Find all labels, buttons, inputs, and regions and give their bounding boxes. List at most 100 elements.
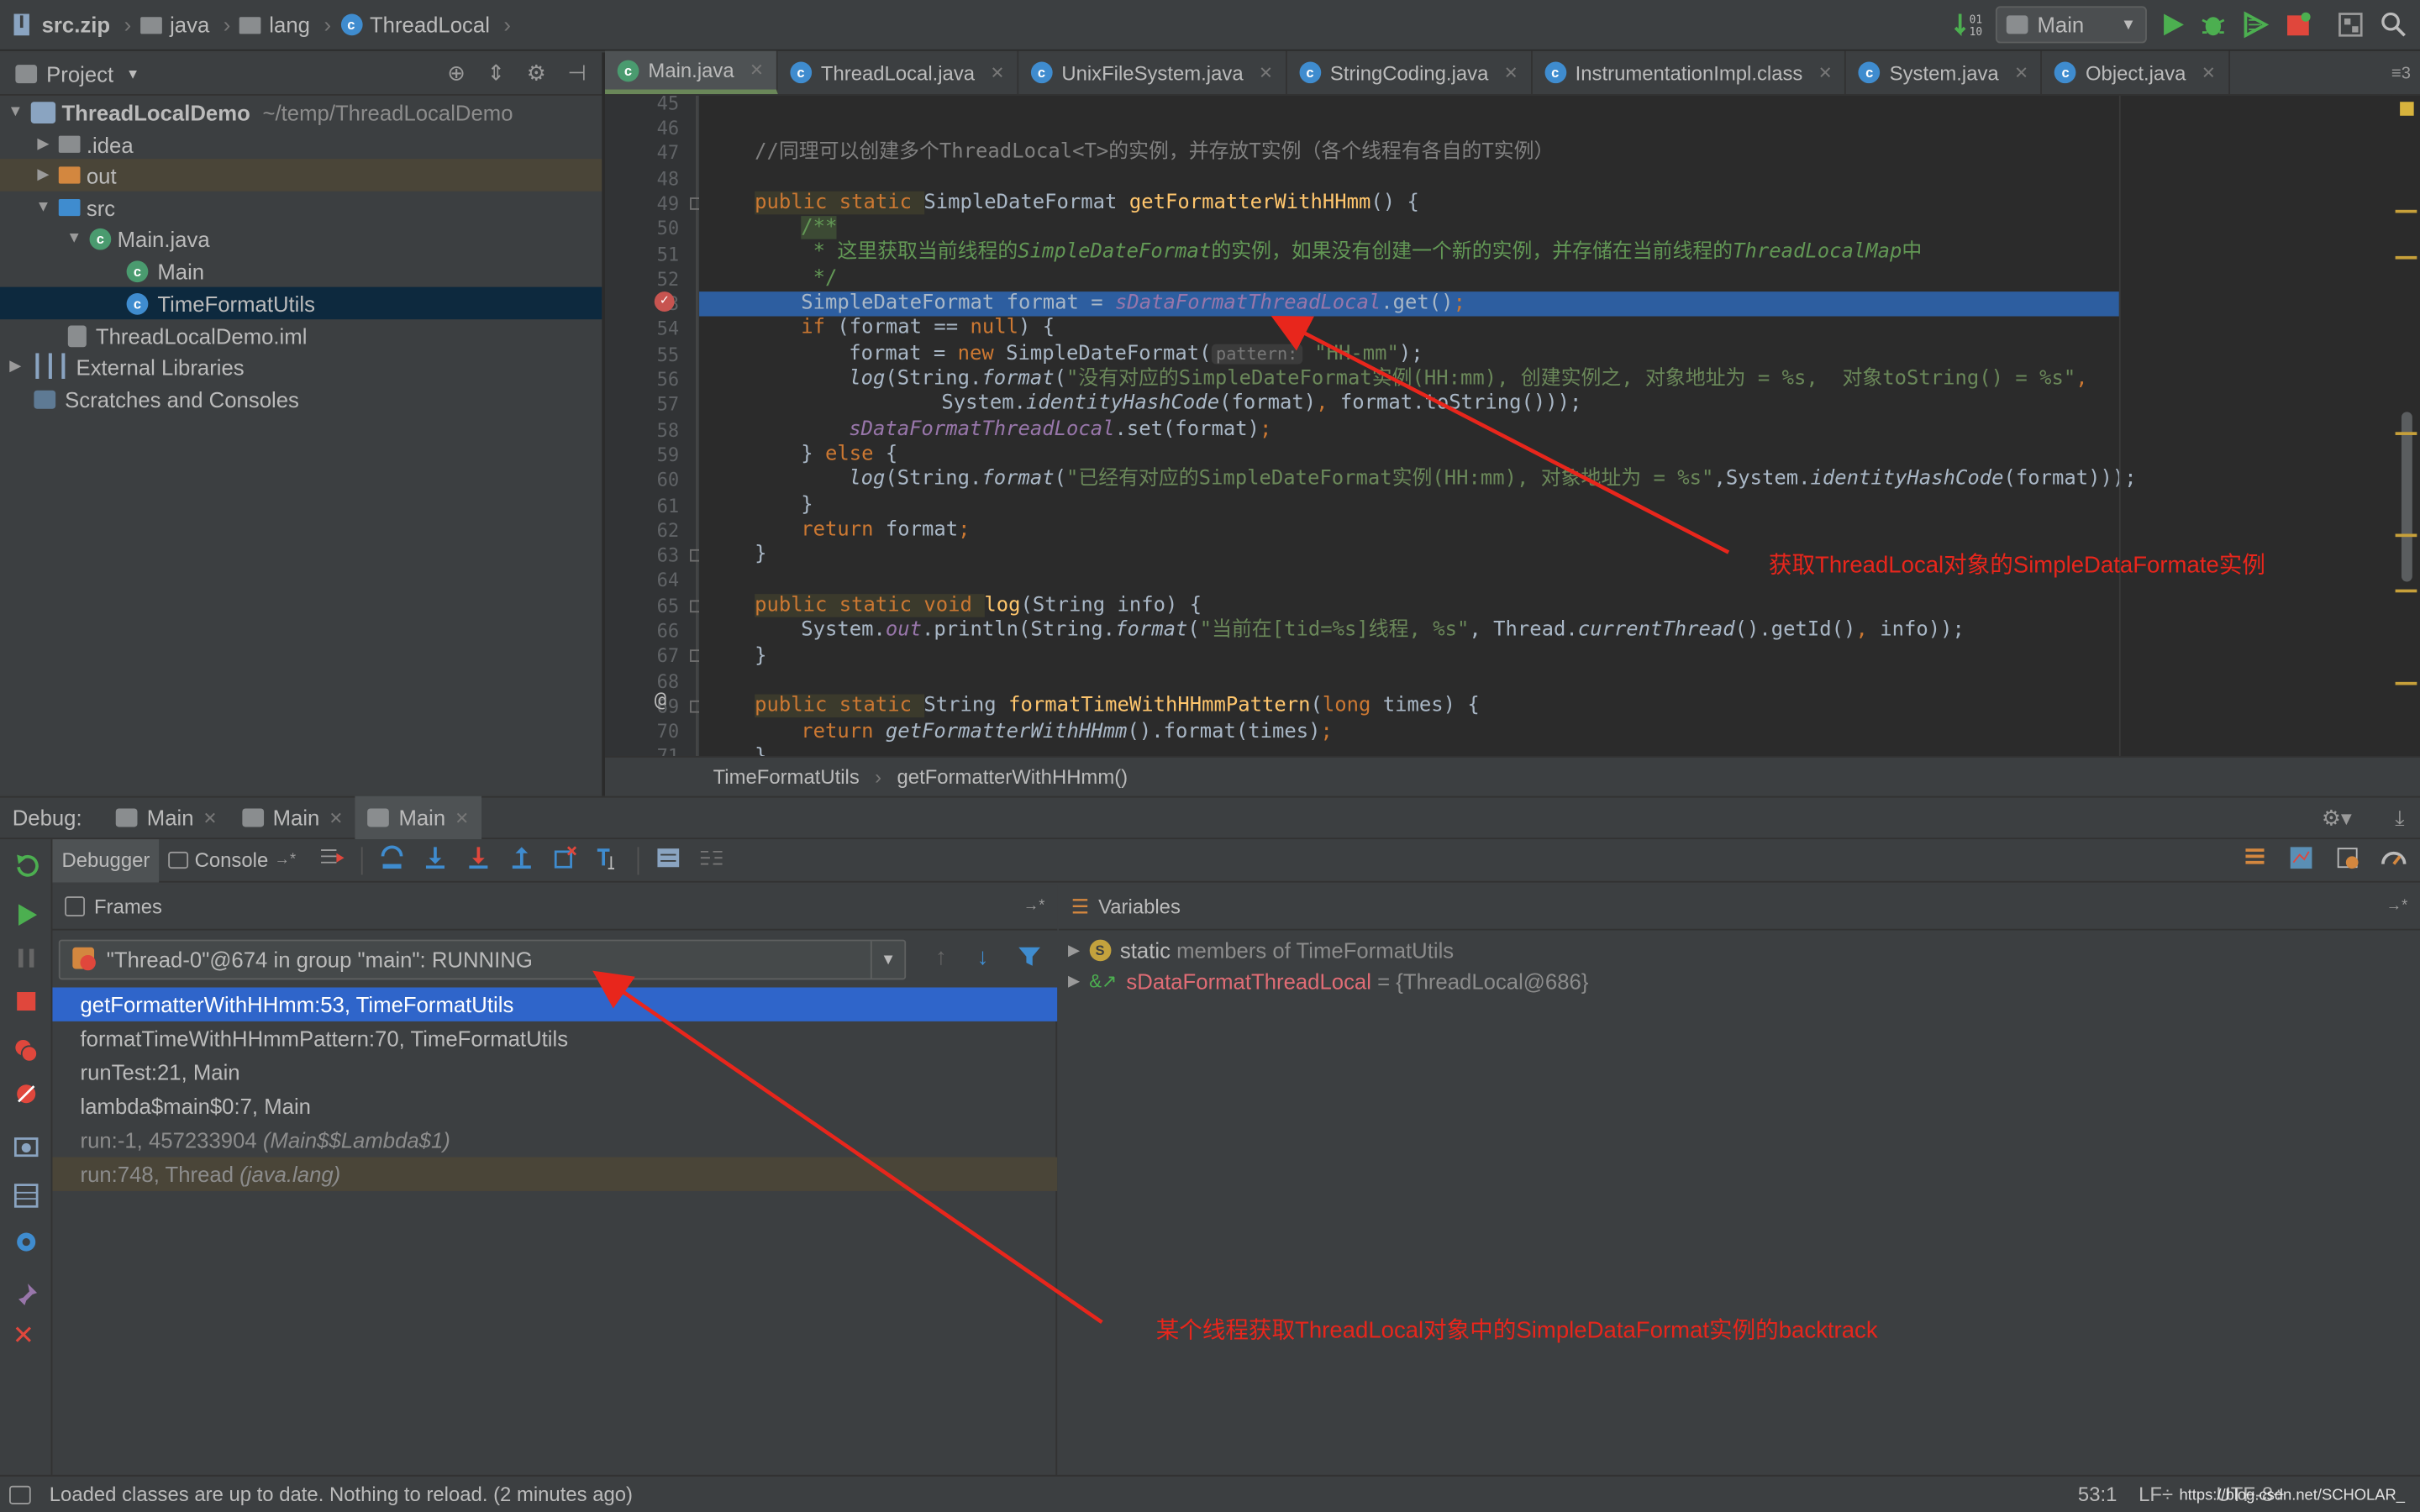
rerun-icon[interactable]: [13, 852, 40, 885]
close-icon[interactable]: ✕: [203, 808, 218, 827]
force-step-into-icon[interactable]: [464, 844, 492, 877]
editor-scrollbar[interactable]: [2391, 95, 2420, 756]
tree-item-out[interactable]: ▶ out: [0, 159, 602, 192]
dashboard-icon[interactable]: [2380, 844, 2407, 877]
tree-item-iml[interactable]: ThreadLocalDemo.iml: [0, 319, 602, 352]
tree-item-scratches[interactable]: Scratches and Consoles: [0, 383, 602, 416]
close-icon[interactable]: ✕: [1259, 62, 1273, 82]
threads-icon[interactable]: [2241, 844, 2269, 877]
gear-icon[interactable]: ⚙▾: [2322, 805, 2352, 831]
error-stripe-marker[interactable]: [2395, 681, 2417, 685]
frame-row[interactable]: lambda$main$0:7, Main: [52, 1089, 1057, 1123]
debug-session-tab-active[interactable]: Main ✕: [355, 795, 481, 840]
frame-row[interactable]: run:-1, 457233904 (Main$$Lambda$1): [52, 1123, 1057, 1157]
tree-item-main-class[interactable]: c Main: [0, 255, 602, 287]
run-to-cursor-icon[interactable]: [594, 844, 622, 877]
code-editor[interactable]: //同理可以创建多个ThreadLocal<T>的实例，并存放T实例（各个线程有…: [699, 95, 2392, 756]
mute-breakpoints-icon[interactable]: [13, 1080, 40, 1113]
coverage-icon[interactable]: [2241, 11, 2270, 44]
tab-unixfilesystem-java[interactable]: c UnixFileSystem.java ✕: [1018, 50, 1287, 95]
tab-stringcoding-java[interactable]: c StringCoding.java ✕: [1286, 50, 1533, 95]
close-icon[interactable]: ✕: [1504, 62, 1518, 82]
breadcrumb-src-zip[interactable]: src.zip ›: [9, 13, 131, 37]
close-icon[interactable]: ✕: [455, 808, 469, 827]
frame-row[interactable]: formatTimeWithHHmmPattern:70, TimeFormat…: [52, 1021, 1057, 1055]
step-over-icon[interactable]: [377, 844, 405, 877]
camera-icon[interactable]: [13, 1132, 40, 1165]
error-stripe-marker[interactable]: [2395, 209, 2417, 213]
chevron-right-icon[interactable]: ▶: [34, 166, 52, 183]
gear-icon[interactable]: ⚙: [527, 60, 546, 87]
breakpoint-icon[interactable]: ✓: [654, 291, 675, 312]
chevron-right-icon[interactable]: ▶: [34, 136, 52, 153]
tree-item-idea[interactable]: ▶ .idea: [0, 128, 602, 160]
close-icon[interactable]: ✕: [13, 1320, 34, 1352]
frame-row-selected[interactable]: getFormatterWithHHmm:53, TimeFormatUtils: [52, 987, 1058, 1021]
crumb-method[interactable]: getFormatterWithHHmm(): [897, 765, 1128, 789]
variable-static-members[interactable]: ▶ S static members of TimeFormatUtils: [1068, 935, 1454, 966]
chevron-down-icon[interactable]: ▼: [126, 66, 139, 81]
resume-icon[interactable]: [13, 901, 40, 934]
close-icon[interactable]: ✕: [990, 62, 1004, 82]
tab-console[interactable]: Console →*: [159, 838, 305, 881]
arrow-down-icon[interactable]: ↓: [977, 944, 989, 970]
error-stripe-marker[interactable]: [2395, 589, 2417, 593]
layout-icon[interactable]: [13, 1182, 40, 1215]
chevron-down-icon[interactable]: ▼: [6, 103, 24, 120]
view-breakpoints-icon[interactable]: [13, 1037, 40, 1069]
stop-icon[interactable]: [2284, 11, 2312, 44]
thread-select[interactable]: "Thread-0"@674 in group "main": RUNNING …: [58, 939, 907, 980]
tab-overflow[interactable]: ≡3: [2391, 64, 2411, 82]
build-icon[interactable]: 01 10: [1954, 8, 1985, 41]
tree-item-main-java[interactable]: ▼ c Main.java: [0, 222, 602, 255]
override-icon[interactable]: @: [655, 690, 666, 713]
chevron-right-icon[interactable]: ▶: [1068, 973, 1080, 990]
pause-icon[interactable]: [13, 944, 40, 977]
debug-session-tab[interactable]: Main ✕: [229, 796, 355, 839]
locate-icon[interactable]: ⊕: [447, 60, 466, 87]
debug-session-tab[interactable]: Main ✕: [103, 796, 229, 839]
tab-main-java[interactable]: c Main.java ✕: [605, 50, 778, 95]
hide-icon[interactable]: ⤓: [2395, 805, 2404, 831]
memory-icon[interactable]: [2287, 844, 2315, 877]
pin-icon[interactable]: [13, 1280, 40, 1313]
pin-icon[interactable]: →*: [1023, 898, 1045, 915]
tree-item-src[interactable]: ▼ src: [0, 192, 602, 224]
tree-item-timeformatutils[interactable]: c TimeFormatUtils: [0, 286, 602, 320]
tab-debugger[interactable]: Debugger: [52, 838, 160, 882]
tab-instrumentationimpl-class[interactable]: c InstrumentationImpl.class ✕: [1532, 50, 1847, 95]
tab-object-java[interactable]: c Object.java ✕: [2043, 50, 2230, 95]
tab-threadlocal-java[interactable]: c ThreadLocal.java ✕: [777, 50, 1018, 95]
line-separator[interactable]: LF÷: [2139, 1483, 2173, 1506]
variable-sdataformatthreadlocal[interactable]: ▶ &↗ sDataFormatThreadLocal = {ThreadLoc…: [1068, 966, 1588, 997]
drop-frame-icon[interactable]: [550, 844, 578, 877]
tab-system-java[interactable]: c System.java ✕: [1846, 50, 2043, 95]
frame-row[interactable]: run:748, Thread (java.lang): [52, 1157, 1058, 1191]
debug-icon[interactable]: [2199, 11, 2227, 44]
chevron-down-icon[interactable]: ▼: [870, 941, 904, 979]
trace-icon[interactable]: [697, 844, 725, 877]
error-stripe-marker[interactable]: [2395, 255, 2417, 260]
hide-icon[interactable]: ⊣: [568, 60, 587, 87]
warning-marker[interactable]: [2400, 102, 2414, 116]
tree-item-external-libraries[interactable]: ▶ ┃┃┃ External Libraries: [0, 350, 602, 383]
collapse-icon[interactable]: ⇕: [487, 60, 505, 87]
settings-icon[interactable]: [13, 1228, 40, 1261]
status-message[interactable]: Loaded classes are up to date. Nothing t…: [50, 1483, 633, 1506]
breadcrumb-threadlocal[interactable]: c ThreadLocal ›: [340, 13, 511, 37]
filter-icon[interactable]: [1017, 944, 1041, 974]
arrow-up-icon[interactable]: ↑: [935, 944, 947, 970]
stop-icon[interactable]: [13, 988, 40, 1021]
crumb-class[interactable]: TimeFormatUtils: [713, 765, 860, 789]
evaluate-expression-icon[interactable]: [654, 844, 681, 877]
caret-position[interactable]: 53:1: [2078, 1483, 2117, 1506]
project-structure-icon[interactable]: [2337, 11, 2365, 44]
step-out-icon[interactable]: [508, 844, 535, 877]
project-view-select[interactable]: Project: [46, 61, 113, 86]
pin-icon[interactable]: →*: [2386, 898, 2408, 915]
close-icon[interactable]: ✕: [2202, 62, 2216, 82]
chevron-down-icon[interactable]: ▼: [34, 199, 52, 216]
error-stripe-marker[interactable]: [2395, 432, 2417, 435]
run-icon[interactable]: [2160, 11, 2187, 44]
chevron-down-icon[interactable]: ▼: [65, 230, 83, 247]
